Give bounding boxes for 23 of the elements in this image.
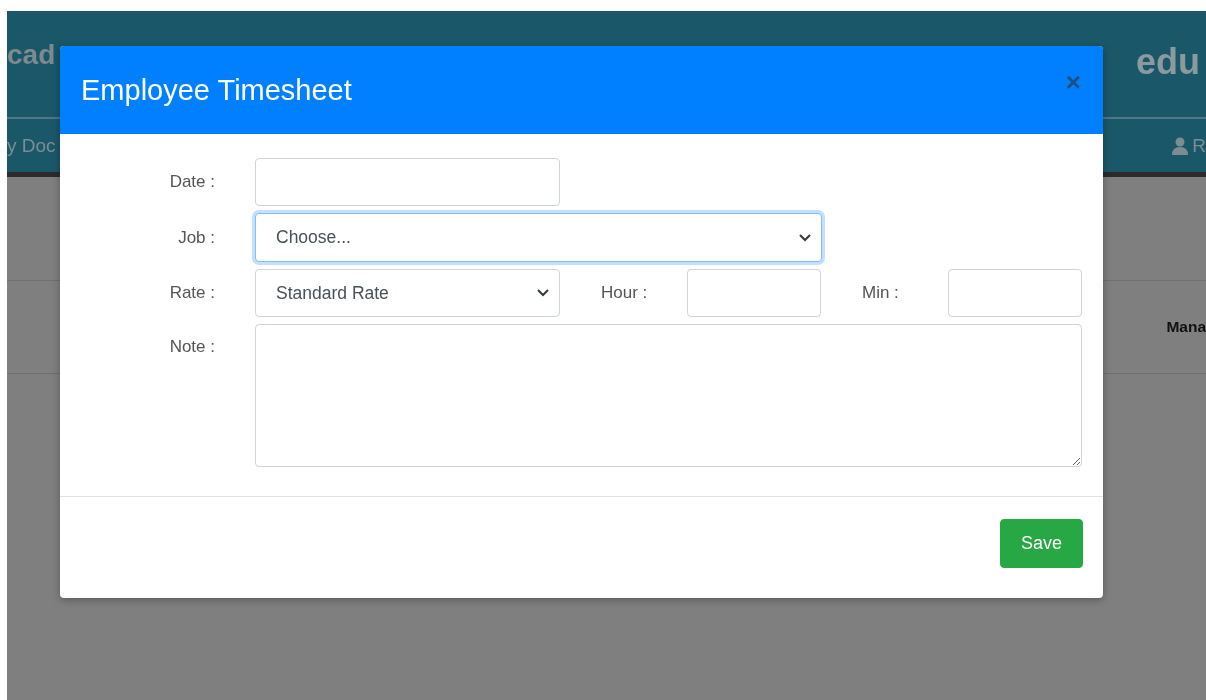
column-heading: Mana: [1166, 318, 1206, 336]
field-label: Note :: [168, 337, 215, 357]
nav-link[interactable]: y Doc: [7, 134, 56, 157]
note-field[interactable]: [255, 324, 1082, 467]
field-label: Date :: [168, 172, 215, 192]
field-label: Min :: [862, 283, 900, 303]
caret-icon: [799, 233, 811, 242]
select-field[interactable]: Standard Rate: [255, 269, 560, 317]
text-field[interactable]: [687, 269, 821, 317]
field-label: Hour :: [601, 283, 649, 303]
text-field[interactable]: [948, 269, 1082, 317]
nav-link[interactable]: R: [1192, 134, 1206, 157]
logo-text: edu: [1136, 41, 1200, 83]
text-field[interactable]: [255, 158, 560, 206]
close-button[interactable]: ×: [1063, 69, 1083, 95]
field-label: Rate :: [168, 283, 215, 303]
user-icon: [1172, 136, 1189, 155]
field-label: Job :: [177, 227, 215, 248]
logo-text: cad: [7, 39, 56, 71]
caret-icon: [537, 289, 549, 297]
save-button[interactable]: Save: [1000, 519, 1083, 568]
select-field[interactable]: Choose...: [255, 213, 822, 262]
modal-title: Employee Timesheet: [81, 73, 352, 107]
